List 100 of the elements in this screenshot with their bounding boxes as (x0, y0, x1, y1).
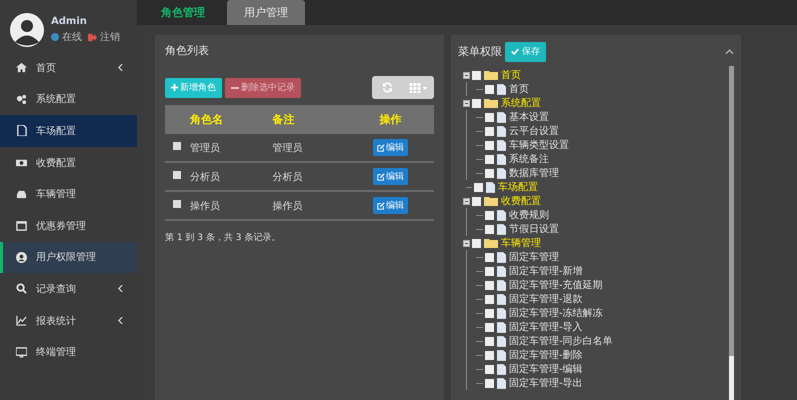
tree-checkbox[interactable] (485, 350, 494, 360)
row-checkbox[interactable] (173, 200, 181, 208)
file-icon (497, 252, 506, 262)
collapse-toggle-icon[interactable] (463, 198, 470, 204)
tree-node[interactable]: 固定车管理-编辑 (509, 362, 583, 376)
tree-checkbox[interactable] (485, 154, 494, 164)
tree-node[interactable]: 固定车管理 (509, 250, 559, 264)
tree-checkbox[interactable] (485, 84, 494, 94)
tree-checkbox[interactable] (472, 70, 481, 80)
tree-checkbox[interactable] (485, 378, 494, 388)
tree-checkbox[interactable] (485, 252, 494, 262)
tree-node[interactable]: 固定车管理-新增 (509, 264, 583, 278)
folder-icon (484, 70, 498, 80)
tree-checkbox[interactable] (485, 140, 494, 150)
tree-checkbox[interactable] (472, 196, 481, 206)
folder-icon (484, 98, 498, 108)
sidebar-item[interactable]: 首页 (0, 52, 137, 84)
sidebar-item[interactable]: 报表统计 (0, 304, 137, 336)
row-checkbox[interactable] (173, 171, 181, 179)
tree-checkbox[interactable] (485, 224, 494, 234)
collapse-toggle-icon[interactable] (463, 100, 470, 106)
sidebar-item[interactable]: 用户权限管理 (0, 242, 137, 274)
caret-icon (118, 64, 123, 72)
home-icon (16, 62, 27, 74)
tree-node[interactable]: 固定车管理-退款 (509, 292, 583, 306)
tree-node[interactable]: 系统备注 (509, 152, 549, 166)
collapse-toggle-icon[interactable] (463, 72, 470, 78)
tree-checkbox[interactable] (485, 322, 494, 332)
file-icon (497, 154, 506, 164)
tree-node[interactable]: 车辆管理 (501, 236, 541, 250)
file-icon (497, 322, 506, 332)
sidebar-item[interactable]: 记录查询 (0, 273, 137, 305)
tree-node[interactable]: 固定车管理-同步白名单 (509, 334, 613, 348)
tab[interactable]: 用户管理 (227, 0, 305, 25)
caret-icon (118, 285, 123, 292)
tree-checkbox[interactable] (485, 294, 494, 304)
tree-checkbox[interactable] (485, 126, 494, 136)
tree-node[interactable]: 首页 (501, 68, 521, 82)
collapse-icon[interactable] (725, 48, 734, 54)
file-icon (497, 280, 506, 290)
table-cell: 分析员 (190, 172, 220, 182)
edit-icon (376, 202, 385, 210)
panel-title: 菜单权限 (458, 44, 502, 59)
tree-checkbox[interactable] (485, 364, 494, 374)
sidebar-item[interactable]: 系统配置 (0, 84, 137, 116)
tree-node[interactable]: 系统配置 (501, 96, 541, 110)
tree-node[interactable]: 收费配置 (501, 194, 541, 208)
pagination-info: 第 1 到 3 条，共 3 条记录。 (165, 232, 280, 244)
tree-checkbox[interactable] (474, 182, 483, 192)
logout-link[interactable]: 注销 (100, 30, 120, 44)
panel-title: 角色列表 (165, 43, 209, 58)
sidebar-item[interactable]: 优惠券管理 (0, 210, 137, 242)
tree-checkbox[interactable] (485, 112, 494, 122)
tree-node[interactable]: 车场配置 (498, 180, 538, 194)
tree-node[interactable]: 数据库管理 (509, 166, 559, 180)
collapse-toggle-icon[interactable] (463, 240, 470, 246)
sidebar-item[interactable]: 车辆管理 (0, 178, 137, 210)
grid-icon (409, 82, 428, 92)
tree-node[interactable]: 节假日设置 (509, 222, 559, 236)
tree-checkbox[interactable] (485, 210, 494, 220)
sidebar-item[interactable]: 终端管理 (0, 336, 137, 368)
tree-checkbox[interactable] (485, 308, 494, 318)
tree-node[interactable]: 固定车管理-导出 (509, 376, 583, 390)
minus-icon (231, 86, 239, 88)
file-icon (497, 210, 506, 220)
tree-node[interactable]: 固定车管理-删除 (509, 348, 583, 362)
tree-node[interactable]: 固定车管理-冻结解冻 (509, 306, 603, 320)
file-icon (497, 364, 506, 374)
tree-checkbox[interactable] (472, 98, 481, 108)
file-icon (497, 294, 506, 304)
tree-node[interactable]: 云平台设置 (509, 124, 559, 138)
tree-node[interactable]: 固定车管理-充值延期 (509, 278, 603, 292)
file-icon (497, 126, 506, 136)
edit-button[interactable]: 编辑 (372, 168, 408, 185)
tree-checkbox[interactable] (485, 168, 494, 178)
file-icon (497, 378, 506, 388)
user-icon (16, 252, 27, 263)
file-icon (497, 350, 506, 360)
column-header: 操作 (379, 113, 402, 126)
scrollbar[interactable] (729, 66, 734, 400)
edit-button[interactable]: 编辑 (372, 139, 408, 156)
tree-node[interactable]: 车辆类型设置 (509, 138, 569, 152)
tab[interactable]: 角色管理 (143, 0, 223, 25)
file-icon (497, 140, 506, 150)
tree-node[interactable]: 固定车管理-导入 (509, 320, 583, 334)
file-icon (497, 168, 506, 178)
file-icon (497, 112, 506, 122)
edit-button[interactable]: 编辑 (372, 197, 408, 214)
sidebar-item[interactable]: 车场配置 (0, 115, 137, 147)
tree-node[interactable]: 首页 (509, 82, 529, 96)
column-header: 角色名 (190, 113, 223, 126)
row-checkbox[interactable] (173, 142, 181, 150)
caret-icon (118, 317, 123, 324)
tree-node[interactable]: 基本设置 (509, 110, 549, 124)
tree-checkbox[interactable] (485, 266, 494, 276)
tree-checkbox[interactable] (472, 238, 481, 248)
tree-checkbox[interactable] (485, 336, 494, 346)
sidebar-item[interactable]: 收费配置 (0, 146, 137, 178)
tree-checkbox[interactable] (485, 280, 494, 290)
tree-node[interactable]: 收费规则 (509, 208, 549, 222)
